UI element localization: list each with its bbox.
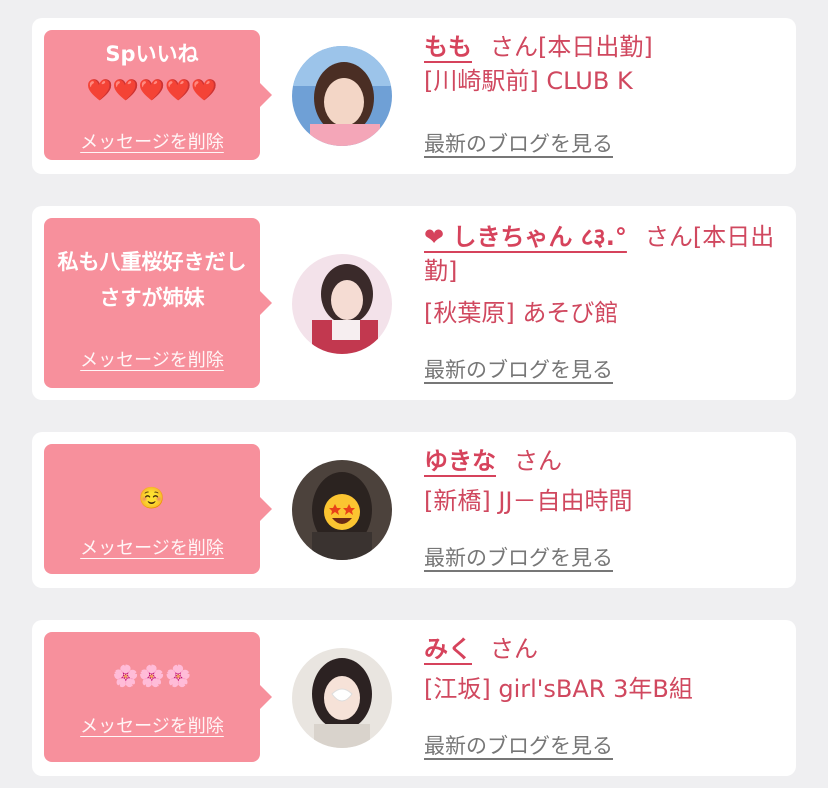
shop-label: [新橋] JJ－自由時間 (424, 487, 633, 515)
message-bubble: 🌸🌸🌸 メッセージを削除 (44, 632, 272, 762)
honorific: さん (490, 635, 538, 663)
honorific: さん (514, 447, 562, 475)
message-list: Spいいね ❤️❤️❤️❤️❤️ メッセージを削除 もも さん[本日出勤] [川崎… (0, 0, 828, 788)
girl-info: もも さん[本日出勤] [川崎駅前] CLUB K (424, 30, 784, 98)
avatar[interactable] (292, 460, 392, 560)
avatar[interactable] (292, 46, 392, 146)
girl-name-link[interactable]: もも (424, 33, 472, 61)
girl-name-link[interactable]: みく (424, 635, 472, 663)
message-bubble: Spいいね ❤️❤️❤️❤️❤️ メッセージを削除 (44, 30, 272, 160)
delete-message-link[interactable]: メッセージを削除 (44, 346, 260, 372)
message-bubble: ☺️ メッセージを削除 (44, 444, 272, 574)
latest-blog-link[interactable]: 最新のブログを見る (424, 730, 613, 760)
girl-name-link[interactable]: ゆきな (424, 447, 496, 475)
latest-blog-link[interactable]: 最新のブログを見る (424, 128, 613, 158)
latest-blog-link[interactable]: 最新のブログを見る (424, 354, 613, 384)
latest-blog-link[interactable]: 最新のブログを見る (424, 542, 613, 572)
message-card: 🌸🌸🌸 メッセージを削除 みく さん [江坂] girl'sBAR 3年B組 最新… (32, 620, 796, 776)
message-card: Spいいね ❤️❤️❤️❤️❤️ メッセージを削除 もも さん[本日出勤] [川崎… (32, 18, 796, 174)
message-text: 🌸🌸🌸 (112, 664, 192, 688)
message-text: Spいいね ❤️❤️❤️❤️❤️ (86, 42, 218, 102)
message-text: ☺️ (138, 486, 166, 510)
avatar[interactable] (292, 648, 392, 748)
star-struck-face-icon (324, 494, 360, 530)
message-card: ☺️ メッセージを削除 ゆきな さん [新橋] JJ－自由時間 最新のブログを見る (32, 432, 796, 588)
message-card: 私も八重桜好きだしさすが姉妹 メッセージを削除 ❤︎ しきちゃん ८३.° さん[… (32, 206, 796, 400)
shop-label: [秋葉原] あそび館 (424, 299, 619, 327)
message-text: 私も八重桜好きだしさすが姉妹 (57, 250, 247, 310)
shop-label: [川崎駅前] CLUB K (424, 67, 633, 95)
girl-info: みく さん [江坂] girl'sBAR 3年B組 (424, 632, 784, 706)
delete-message-link[interactable]: メッセージを削除 (44, 128, 260, 154)
message-bubble: 私も八重桜好きだしさすが姉妹 メッセージを削除 (44, 218, 272, 388)
girl-info: ゆきな さん [新橋] JJ－自由時間 (424, 444, 784, 518)
girl-info: ❤︎ しきちゃん ८३.° さん[本日出勤] [秋葉原] あそび館 (424, 220, 784, 330)
girl-name-link[interactable]: ❤︎ しきちゃん ८३.° (424, 223, 627, 251)
avatar[interactable] (292, 254, 392, 354)
shop-label: [江坂] girl'sBAR 3年B組 (424, 675, 693, 703)
honorific: さん[本日出勤] (490, 33, 653, 61)
delete-message-link[interactable]: メッセージを削除 (44, 534, 260, 560)
delete-message-link[interactable]: メッセージを削除 (44, 712, 260, 738)
